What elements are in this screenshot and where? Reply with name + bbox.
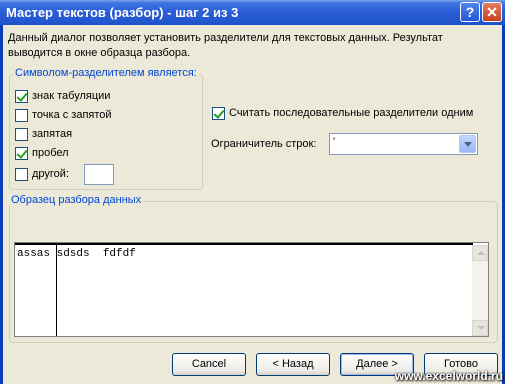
chevron-down-icon[interactable] (459, 135, 476, 153)
comma-checkbox[interactable] (15, 128, 28, 141)
other-delimiter-input[interactable] (84, 164, 114, 185)
space-label[interactable]: пробел (32, 147, 69, 159)
window-frame-left (0, 25, 3, 384)
text-qualifier-label: Ограничитель строк: (211, 138, 317, 150)
semicolon-label[interactable]: точка с запятой (32, 109, 112, 121)
title-bar: Мастер текстов (разбор) - шаг 2 из 3 ? ✕ (0, 0, 505, 25)
consecutive-checkbox[interactable] (212, 107, 225, 120)
watermark: www.excelworld.ru (394, 369, 503, 383)
text-qualifier-value: ' (333, 136, 336, 148)
preview-scrollbar[interactable] (472, 245, 488, 336)
tab-label[interactable]: знак табуляции (32, 90, 110, 102)
other-checkbox[interactable] (15, 168, 28, 181)
back-button[interactable]: < Назад (256, 353, 330, 376)
other-label[interactable]: другой: (32, 168, 69, 180)
close-button[interactable]: ✕ (482, 2, 502, 22)
cancel-button[interactable]: Cancel (172, 353, 246, 376)
semicolon-checkbox[interactable] (15, 109, 28, 122)
scroll-down-icon[interactable] (472, 320, 488, 336)
space-checkbox[interactable] (15, 147, 28, 160)
preview-column-header-line (15, 243, 473, 245)
tab-checkbox[interactable] (15, 90, 28, 103)
text-qualifier-select[interactable]: ' (329, 133, 478, 155)
description-text: Данный диалог позволяет установить разде… (8, 32, 443, 59)
comma-label[interactable]: запятая (32, 128, 72, 140)
preview-area[interactable]: assas sdsds fdfdf (14, 242, 489, 337)
delimiters-legend: Символом-разделителем является: (13, 67, 199, 79)
help-button[interactable]: ? (460, 2, 480, 22)
scroll-up-icon[interactable] (472, 245, 488, 261)
preview-row: assas sdsds fdfdf (17, 248, 136, 260)
window-title: Мастер текстов (разбор) - шаг 2 из 3 (6, 5, 239, 20)
consecutive-label[interactable]: Считать последовательные разделители одн… (229, 107, 473, 119)
preview-legend: Образец разбора данных (9, 194, 144, 206)
